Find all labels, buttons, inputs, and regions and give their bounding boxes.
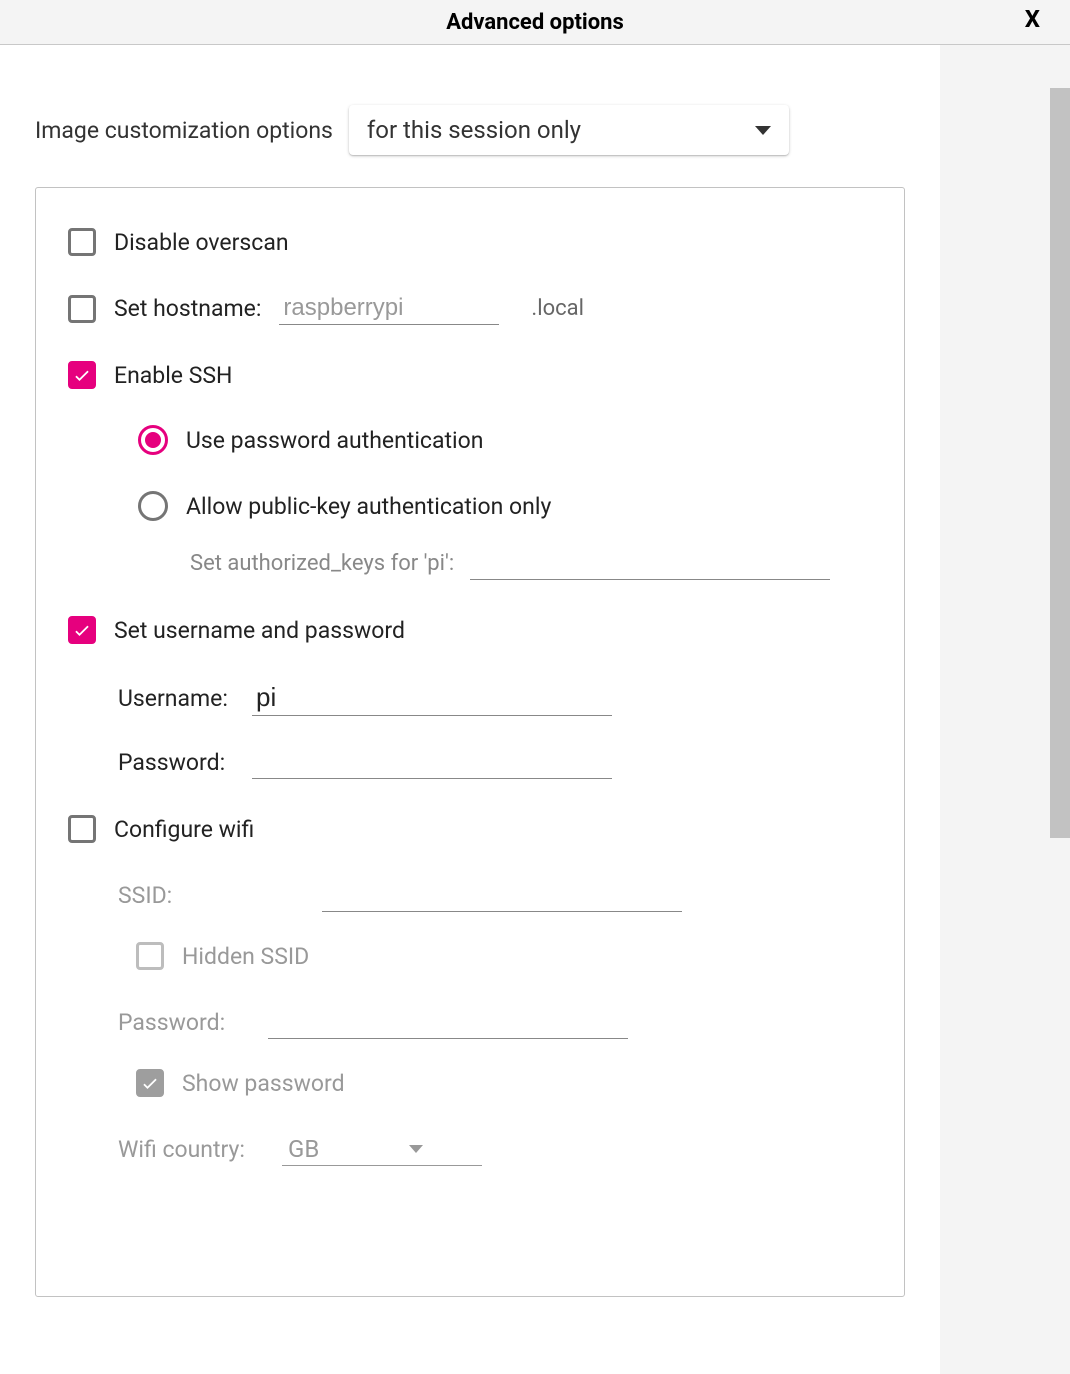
dialog-header: Advanced options X bbox=[0, 0, 1070, 45]
check-icon bbox=[72, 365, 92, 385]
wifi-country-value: GB bbox=[288, 1135, 319, 1163]
customization-select-value: for this session only bbox=[367, 116, 581, 144]
set-userpass-checkbox[interactable] bbox=[68, 616, 96, 644]
wifi-password-label: Password: bbox=[118, 1009, 238, 1036]
password-input[interactable] bbox=[252, 746, 612, 779]
scrollbar-thumb[interactable] bbox=[1050, 88, 1070, 838]
wifi-hidden-ssid-row: Hidden SSID bbox=[68, 942, 872, 970]
enable-ssh-row: Enable SSH bbox=[68, 361, 872, 389]
chevron-down-icon bbox=[755, 126, 771, 135]
password-row: Password: bbox=[68, 746, 872, 779]
set-hostname-label: Set hostname: bbox=[114, 295, 261, 322]
check-icon bbox=[140, 1073, 160, 1093]
ssh-authkeys-label: Set authorized_keys for 'pi': bbox=[190, 551, 454, 576]
customization-select[interactable]: for this session only bbox=[349, 105, 789, 155]
configure-wifi-label: Configure wifi bbox=[114, 816, 254, 843]
customization-label: Image customization options bbox=[35, 117, 333, 144]
main-content: Image customization options for this ses… bbox=[0, 45, 940, 1374]
wifi-country-row: Wifi country: GB bbox=[68, 1133, 872, 1166]
set-hostname-checkbox[interactable] bbox=[68, 295, 96, 323]
wifi-password-row: Password: bbox=[68, 1006, 872, 1039]
ssh-password-auth-label: Use password authentication bbox=[186, 427, 483, 454]
wifi-country-label: Wifi country: bbox=[118, 1136, 268, 1163]
disable-overscan-label: Disable overscan bbox=[114, 229, 289, 256]
hostname-suffix: .local bbox=[531, 296, 584, 321]
password-label: Password: bbox=[118, 749, 238, 776]
ssh-pubkey-auth-radio[interactable] bbox=[138, 491, 168, 521]
wifi-ssid-label: SSID: bbox=[118, 882, 238, 909]
wifi-ssid-row: SSID: bbox=[68, 879, 872, 912]
enable-ssh-checkbox[interactable] bbox=[68, 361, 96, 389]
wifi-hidden-ssid-label: Hidden SSID bbox=[182, 943, 309, 970]
wifi-show-password-label: Show password bbox=[182, 1070, 345, 1097]
disable-overscan-checkbox[interactable] bbox=[68, 228, 96, 256]
set-userpass-row: Set username and password bbox=[68, 616, 872, 644]
username-input[interactable] bbox=[252, 680, 612, 716]
ssh-authkeys-input[interactable] bbox=[470, 547, 830, 580]
wifi-password-input[interactable] bbox=[268, 1006, 628, 1039]
configure-wifi-row: Configure wifi bbox=[68, 815, 872, 843]
set-userpass-label: Set username and password bbox=[114, 617, 405, 644]
wifi-show-password-row: Show password bbox=[68, 1069, 872, 1097]
ssh-password-auth-radio[interactable] bbox=[138, 425, 168, 455]
disable-overscan-row: Disable overscan bbox=[68, 228, 872, 256]
username-row: Username: bbox=[68, 680, 872, 716]
dialog-title: Advanced options bbox=[446, 10, 624, 35]
wifi-hidden-ssid-checkbox[interactable] bbox=[136, 942, 164, 970]
hostname-input[interactable] bbox=[279, 292, 499, 325]
wifi-country-select[interactable]: GB bbox=[282, 1133, 482, 1166]
ssh-authkeys-row: Set authorized_keys for 'pi': bbox=[68, 547, 872, 580]
username-label: Username: bbox=[118, 685, 238, 712]
chevron-down-icon bbox=[409, 1145, 423, 1153]
check-icon bbox=[72, 620, 92, 640]
ssh-pubkey-auth-row: Allow public-key authentication only bbox=[68, 491, 872, 521]
wifi-show-password-checkbox[interactable] bbox=[136, 1069, 164, 1097]
options-panel: Disable overscan Set hostname: .local En… bbox=[35, 187, 905, 1297]
close-button[interactable]: X bbox=[1025, 5, 1040, 33]
ssh-pubkey-auth-label: Allow public-key authentication only bbox=[186, 493, 551, 520]
ssh-password-auth-row: Use password authentication bbox=[68, 425, 872, 455]
configure-wifi-checkbox[interactable] bbox=[68, 815, 96, 843]
wifi-ssid-input[interactable] bbox=[322, 879, 682, 912]
enable-ssh-label: Enable SSH bbox=[114, 362, 232, 389]
customization-row: Image customization options for this ses… bbox=[35, 45, 940, 187]
set-hostname-row: Set hostname: .local bbox=[68, 292, 872, 325]
